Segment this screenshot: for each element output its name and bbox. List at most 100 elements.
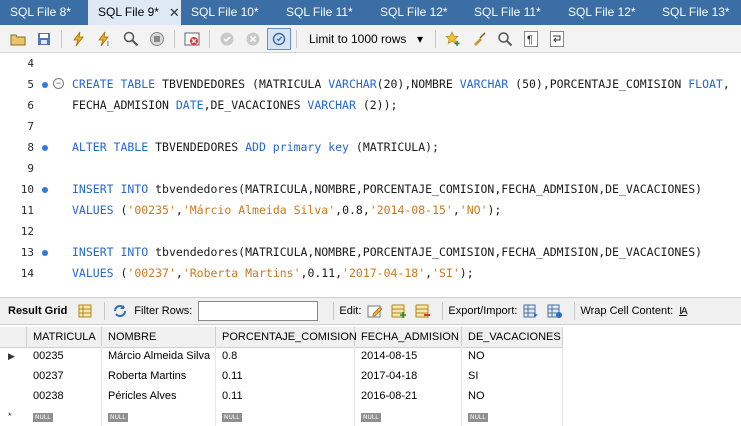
null-chip: NULL xyxy=(361,413,381,422)
line-number: 11 xyxy=(20,204,34,217)
execute-current-icon[interactable]: I xyxy=(93,28,117,50)
insert-row-icon[interactable] xyxy=(389,301,409,321)
tab-sql-file-12[interactable]: SQL File 12* xyxy=(370,0,464,25)
tab-sql-file-10[interactable]: SQL File 10* xyxy=(181,0,276,25)
table-cell[interactable]: 2016-08-21 xyxy=(355,386,462,406)
code-token: , xyxy=(175,203,183,217)
table-cell[interactable]: 00237 xyxy=(27,366,102,386)
column-header[interactable]: NOMBRE xyxy=(102,327,216,348)
filter-rows-label: Filter Rows: xyxy=(134,305,193,317)
code-token: 'Márcio Almeida Silva' xyxy=(182,203,336,217)
editor-line: 13 INSERT INTO tbvendedores(MATRICULA,NO… xyxy=(0,242,741,263)
tab-sql-file-13[interactable]: SQL File 13* xyxy=(652,0,741,25)
table-row[interactable]: 00237 Roberta Martins 0.11 2017-04-18 SI xyxy=(0,366,741,386)
column-header[interactable]: PORCENTAJE_COMISION xyxy=(216,327,357,348)
limit-rows-select[interactable]: Limit to 1000 rows ▾ xyxy=(302,29,430,49)
code-token: '2017-04-18' xyxy=(342,266,426,280)
filter-rows-input[interactable] xyxy=(198,301,319,321)
code-token: , xyxy=(175,266,183,280)
save-icon[interactable] xyxy=(32,28,56,50)
execute-lightning-icon[interactable] xyxy=(67,28,91,50)
tab-sql-file-9[interactable]: SQL File 9* ✕ xyxy=(88,0,181,25)
toolbar-separator xyxy=(174,29,175,48)
code-token: tbvendedores(MATRICULA,NOMBRE,PORCENTAJE… xyxy=(155,182,703,196)
close-icon[interactable]: ✕ xyxy=(169,0,180,25)
null-cell[interactable]: NULL xyxy=(355,406,462,426)
editor-line: 9 xyxy=(0,158,741,179)
import-icon[interactable] xyxy=(545,301,565,321)
rollback-x-icon[interactable] xyxy=(241,28,265,50)
column-header[interactable]: MATRICULA xyxy=(27,327,102,348)
editor-line: 4 xyxy=(0,53,741,74)
toggle-error-icon[interactable] xyxy=(180,28,204,50)
line-number: 13 xyxy=(20,246,34,259)
explain-magnifier-icon[interactable] xyxy=(119,28,143,50)
line-number: 9 xyxy=(27,162,34,175)
sql-editor-toolbar: I Limit to 1000 rows ▾ ¶ xyxy=(0,25,741,53)
table-cell[interactable]: 0.8 xyxy=(216,346,355,366)
code-line-6: FECHA_ADMISION DATE,DE_VACACIONES VARCHA… xyxy=(72,95,397,116)
toolbar-separator xyxy=(104,302,106,320)
code-token: , xyxy=(452,203,460,217)
edit-label: Edit: xyxy=(339,305,362,317)
commit-check-icon[interactable] xyxy=(215,28,239,50)
table-cell[interactable]: Márcio Almeida Silva xyxy=(102,346,216,366)
table-row[interactable]: 00238 Péricles Alves 0.11 2016-08-21 NO xyxy=(0,386,741,406)
null-cell[interactable]: NULL xyxy=(102,406,216,426)
table-cell[interactable]: 2017-04-18 xyxy=(355,366,462,386)
export-icon[interactable] xyxy=(521,301,541,321)
code-token: DATE xyxy=(175,98,204,112)
line-number: 5 xyxy=(27,78,34,91)
table-cell[interactable]: SI xyxy=(462,366,563,386)
edit-row-icon[interactable] xyxy=(365,301,385,321)
table-row[interactable]: ▶ 00235 Márcio Almeida Silva 0.8 2014-08… xyxy=(0,346,741,366)
null-cell[interactable]: NULL xyxy=(462,406,563,426)
code-token: CREATE TABLE xyxy=(72,77,163,91)
new-row[interactable]: * NULL NULL NULL NULL NULL xyxy=(0,406,741,426)
column-header[interactable]: DE_VACACIONES xyxy=(462,327,563,348)
table-cell[interactable]: 0.11 xyxy=(216,366,355,386)
add-snippet-star-icon[interactable] xyxy=(441,28,465,50)
grid-layout-icon[interactable] xyxy=(75,301,95,321)
tab-sql-file-11b[interactable]: SQL File 11* xyxy=(464,0,558,25)
column-header[interactable]: FECHA_ADMISION xyxy=(355,327,462,348)
auto-commit-toggle-icon[interactable] xyxy=(267,27,291,50)
code-token: FECHA_ADMISION xyxy=(72,98,176,112)
tab-sql-file-12b[interactable]: SQL File 12* xyxy=(558,0,652,25)
table-cell[interactable]: 0.11 xyxy=(216,386,355,406)
tab-sql-file-11[interactable]: SQL File 11* xyxy=(276,0,370,25)
tab-label: SQL File 8* xyxy=(10,5,71,19)
refresh-icon[interactable] xyxy=(110,301,130,321)
fold-toggle-icon[interactable]: − xyxy=(53,78,64,89)
table-cell[interactable]: Roberta Martins xyxy=(102,366,216,386)
null-chip: NULL xyxy=(108,413,128,422)
table-cell[interactable]: 00235 xyxy=(27,346,102,366)
table-cell[interactable]: NO xyxy=(462,386,563,406)
table-cell[interactable]: 00238 xyxy=(27,386,102,406)
table-cell[interactable]: 2014-08-15 xyxy=(355,346,462,366)
toolbar-separator xyxy=(574,302,576,320)
result-grid-tab[interactable]: Result Grid xyxy=(8,305,67,317)
code-token: (2)); xyxy=(355,98,398,112)
tab-label: SQL File 11* xyxy=(474,5,541,19)
wrap-cell-icon[interactable]: IA xyxy=(679,306,688,317)
open-folder-icon[interactable] xyxy=(6,28,30,50)
delete-row-icon[interactable] xyxy=(413,301,433,321)
beautify-broom-icon[interactable] xyxy=(467,28,491,50)
code-token: 'Roberta Martins' xyxy=(182,266,301,280)
sql-editor[interactable]: 4 5 − CREATE TABLE TBVENDEDORES (MATRICU… xyxy=(0,53,741,287)
table-cell[interactable]: Péricles Alves xyxy=(102,386,216,406)
row-header-corner xyxy=(0,327,27,348)
invisible-chars-pilcrow-icon[interactable]: ¶ xyxy=(519,28,543,50)
tab-sql-file-8[interactable]: SQL File 8* xyxy=(0,0,88,25)
code-line-8: ALTER TABLE TBVENDEDORES ADD primary key… xyxy=(72,137,439,158)
null-cell[interactable]: NULL xyxy=(216,406,355,426)
table-cell[interactable]: NO xyxy=(462,346,563,366)
find-magnifier-icon[interactable] xyxy=(493,28,517,50)
null-cell[interactable]: NULL xyxy=(27,406,102,426)
chevron-down-icon: ▾ xyxy=(416,31,423,46)
svg-text:¶: ¶ xyxy=(527,34,533,46)
code-token: 'NO' xyxy=(459,203,488,217)
wrap-lines-icon[interactable] xyxy=(545,28,569,50)
stop-icon[interactable] xyxy=(145,28,169,50)
